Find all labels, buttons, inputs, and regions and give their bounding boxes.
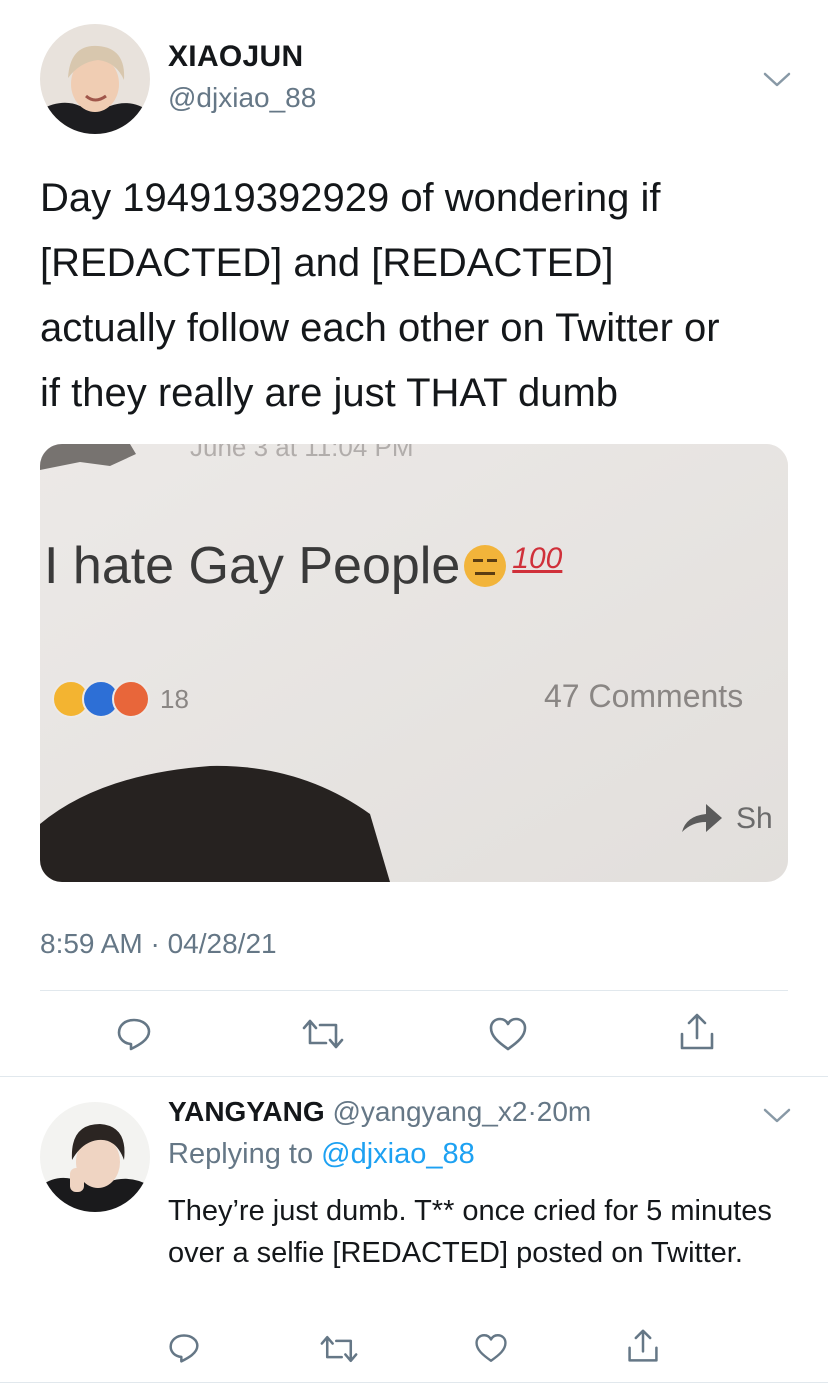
reply-author-display-name[interactable]: YANGYANG [168, 1096, 325, 1127]
author-avatar[interactable] [40, 24, 150, 134]
expressionless-emoji-icon [464, 545, 507, 587]
reply-icon[interactable] [116, 1016, 152, 1052]
share-icon[interactable] [678, 1012, 716, 1052]
reply-text: They’re just dumb. T** once cried for 5 … [168, 1195, 772, 1269]
divider [0, 1076, 828, 1077]
media-headline-text: I hate Gay People [44, 537, 461, 595]
tweet-text: Day 194919392929 of wondering if [REDACT… [40, 176, 720, 415]
media-reactions: 18 [52, 680, 189, 718]
hundred-emoji-icon: 100 [512, 542, 563, 575]
tweet-media-image[interactable]: June 3 at 11:04 PM I hate Gay People 100… [40, 444, 788, 882]
media-comments-count: 47 Comments [544, 678, 744, 714]
retweet-icon[interactable] [302, 1018, 344, 1050]
reaction-count: 18 [160, 683, 189, 714]
reply-author-line: YANGYANG @yangyang_x2·20m [168, 1096, 591, 1128]
retweet-icon[interactable] [320, 1334, 358, 1364]
like-icon[interactable] [474, 1332, 508, 1364]
media-top-partial-text: June 3 at 11:04 PM [190, 444, 414, 462]
share-arrow-icon [682, 804, 722, 832]
angry-reaction-icon [112, 680, 150, 718]
divider [40, 990, 788, 991]
media-share-text: Sh [736, 802, 773, 835]
replying-to-prefix: Replying to [168, 1138, 314, 1170]
media-share: Sh [680, 802, 773, 836]
reply-menu-chevron-icon[interactable] [760, 1106, 794, 1126]
reply-time[interactable]: 20m [537, 1096, 591, 1127]
reply-author-handle[interactable]: @yangyang_x2 [332, 1096, 527, 1127]
media-headline: I hate Gay People 100 [44, 536, 562, 596]
divider [0, 1382, 828, 1383]
replying-to-line: Replying to @djxiao_88 [168, 1138, 475, 1171]
reply-icon[interactable] [168, 1332, 200, 1364]
author-display-name[interactable]: XIAOJUN [168, 40, 303, 74]
like-icon[interactable] [488, 1016, 528, 1052]
tweet-timestamp[interactable]: 8:59 AM · 04/28/21 [40, 928, 277, 960]
share-icon[interactable] [626, 1328, 660, 1364]
replying-to-link[interactable]: @djxiao_88 [321, 1138, 475, 1170]
author-handle[interactable]: @djxiao_88 [168, 82, 316, 114]
reply-author-avatar[interactable] [40, 1102, 150, 1212]
tweet-menu-chevron-icon[interactable] [760, 70, 794, 90]
reply-separator: · [527, 1096, 537, 1127]
